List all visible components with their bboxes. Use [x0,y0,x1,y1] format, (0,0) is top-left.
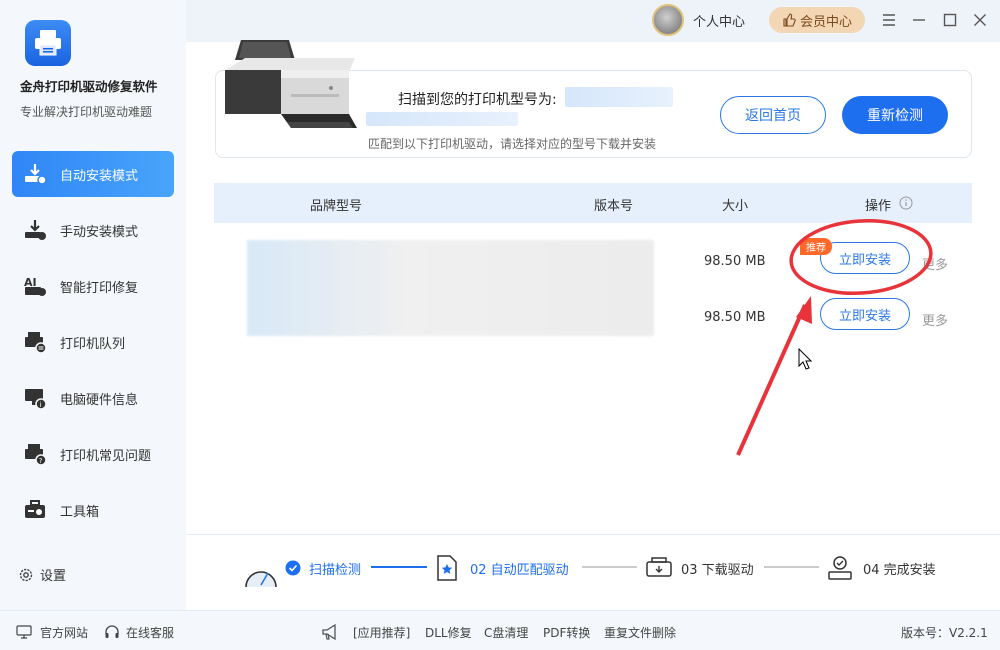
printer-model-redacted [565,87,673,107]
sidebar-item-label: 电脑硬件信息 [60,392,139,408]
app-recommend-link[interactable]: [应用推荐] [353,624,410,641]
step-auto-match: 02 自动匹配驱动 [470,563,569,578]
back-home-button[interactable]: 返回首页 [720,96,826,134]
step-scan: 扫描检测 [309,563,362,578]
check-circle-icon [285,560,301,576]
sidebar-item-auto-install[interactable]: 自动安装模式 [12,151,174,197]
printer-model-redacted-2 [366,112,518,126]
step-download: 03 下载驱动 [681,563,754,578]
maximize-icon[interactable] [941,11,959,29]
faq-icon: ? [22,441,48,467]
thumb-up-icon [783,13,796,27]
avatar[interactable] [652,4,684,36]
step-connector [371,566,427,568]
settings-label: 设置 [40,569,67,584]
queue-icon [22,329,48,355]
sidebar-item-printer-faq[interactable]: ? 打印机常见问题 [12,431,174,477]
col-size: 大小 [722,199,749,214]
install-complete-icon [828,556,852,580]
sidebar-item-label: 打印机常见问题 [60,448,152,464]
table-row: 98.50 MB 立即安装 更多 [214,235,972,291]
download-printer-icon [646,557,672,577]
step-connector [582,566,637,568]
sidebar-item-smart-repair[interactable]: AI 智能打印修复 [12,263,174,309]
mouse-cursor-icon [798,348,812,370]
monitor-icon [16,625,32,639]
gear-icon [19,568,33,581]
sidebar-item-hardware-info[interactable]: i 电脑硬件信息 [12,375,174,421]
menu-icon[interactable] [880,11,898,29]
driver-size: 98.50 MB [704,310,766,325]
auto-install-icon [22,161,48,187]
pdf-convert-link[interactable]: PDF转换 [543,624,590,641]
more-link[interactable]: 更多 [922,310,948,329]
col-version: 版本号 [594,199,634,214]
document-star-icon [437,555,457,581]
headset-icon [105,625,119,638]
toolbox-icon [22,497,48,523]
svg-text:i: i [40,401,42,409]
step-complete: 04 完成安装 [863,563,936,578]
scan-description: 匹配到以下打印机驱动，请选择对应的型号下载并安装 [368,137,657,151]
svg-text:?: ? [39,457,43,465]
sidebar-item-label: 自动安装模式 [60,168,139,184]
install-now-button[interactable]: 立即安装 [820,242,910,274]
recommended-badge: 推荐 [800,238,832,255]
user-center-link[interactable]: 个人中心 [693,11,745,30]
sidebar-item-toolbox[interactable]: 工具箱 [12,487,174,533]
minimize-icon[interactable] [910,11,928,29]
step-connector [764,566,819,568]
official-website-link[interactable]: 官方网站 [40,624,88,641]
settings-button[interactable]: 设置 [18,565,66,584]
close-icon[interactable] [971,11,989,29]
c-drive-clean-link[interactable]: C盘清理 [484,624,528,641]
duplicate-file-delete-link[interactable]: 重复文件删除 [604,624,676,641]
dll-repair-link[interactable]: DLL修复 [425,624,472,641]
sidebar-item-label: 智能打印修复 [60,280,139,296]
vip-center-button[interactable]: 会员中心 [769,7,865,33]
vip-center-label: 会员中心 [799,14,852,30]
footer-bar: 官方网站 在线客服 [应用推荐] DLL修复 C盘清理 PDF转换 重复文件删除… [0,610,1000,650]
app-name: 金舟打印机驱动修复软件 [20,79,158,94]
sidebar-item-label: 打印机队列 [60,336,126,352]
table-row: 98.50 MB 立即安装 更多 [214,291,972,347]
app-logo [25,20,71,66]
online-support-link[interactable]: 在线客服 [126,624,174,641]
sidebar-item-manual-install[interactable]: 手动安装模式 [12,207,174,253]
more-link[interactable]: 更多 [922,254,948,273]
sidebar-item-label: 手动安装模式 [60,224,139,240]
scan-title: 扫描到您的打印机型号为: [398,92,557,108]
printer-logo-icon [35,30,61,56]
col-action: 操作 [865,199,892,214]
sidebar-nav: 自动安装模式 手动安装模式 AI 智能打印修复 打印机队列 i 电脑硬件信息 ?… [12,151,174,543]
repair-icon: AI [22,273,48,299]
col-brand-model: 品牌型号 [310,199,363,214]
sidebar: 金舟打印机驱动修复软件 专业解决打印机驱动难题 自动安装模式 手动安装模式 AI… [0,0,186,610]
manual-install-icon [22,217,48,243]
hardware-icon: i [22,385,48,411]
scan-radar-icon [245,571,277,587]
megaphone-icon [322,623,336,641]
driver-table-header: 品牌型号 版本号 大小 操作 [214,183,972,223]
app-subtitle: 专业解决打印机驱动难题 [20,105,153,119]
sidebar-item-printer-queue[interactable]: 打印机队列 [12,319,174,365]
install-now-button[interactable]: 立即安装 [820,298,910,330]
progress-steps: 扫描检测 02 自动匹配驱动 03 下载驱动 04 完成安装 [186,534,1000,610]
version-label: 版本号：V2.2.1 [901,626,988,640]
sidebar-item-label: 工具箱 [60,504,100,520]
printer-illustration [225,40,357,128]
rescan-button[interactable]: 重新检测 [842,96,948,134]
driver-size: 98.50 MB [704,254,766,269]
info-icon [899,196,913,210]
